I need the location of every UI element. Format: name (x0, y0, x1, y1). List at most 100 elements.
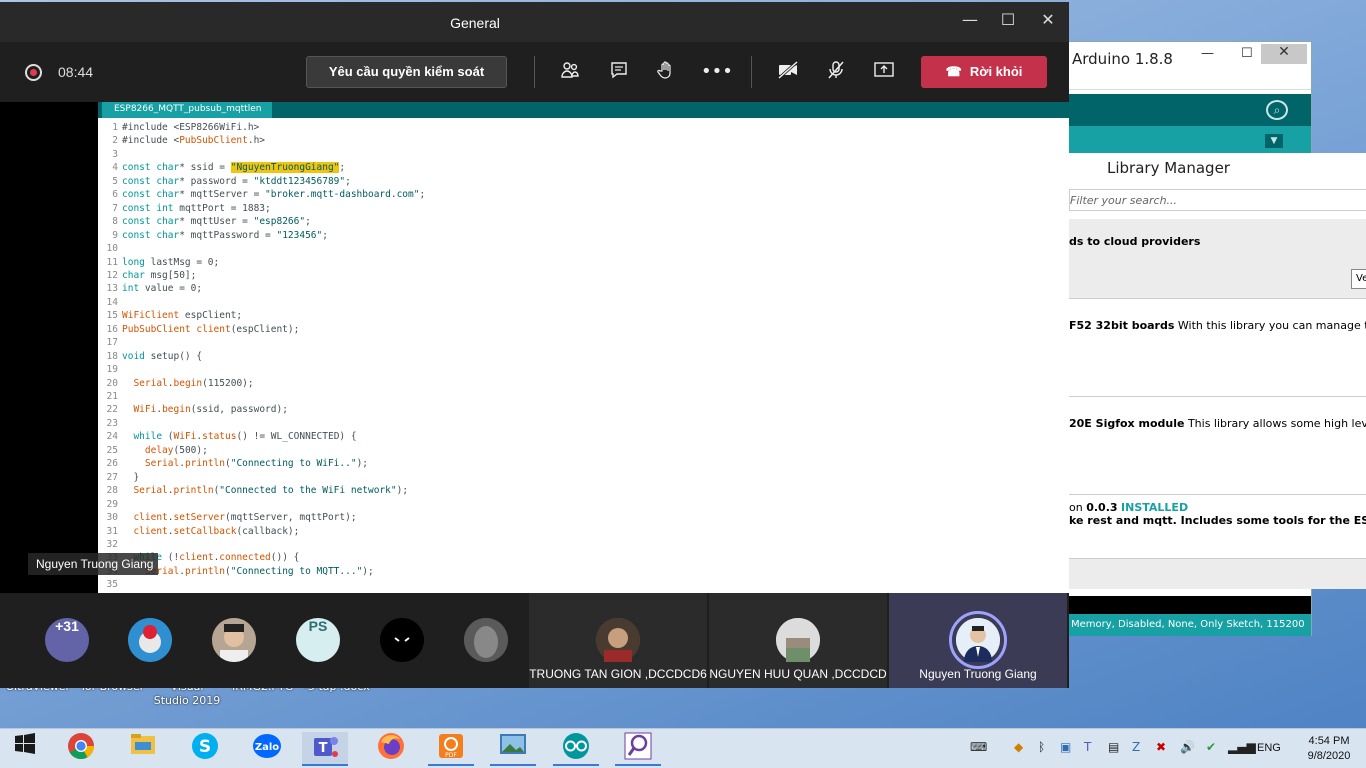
keyboard-icon[interactable]: ⌨ (970, 740, 987, 754)
library-item[interactable]: 20E Sigfox module This library allows so… (1069, 397, 1366, 495)
code-line[interactable]: const char* mqttUser = "esp8266"; (122, 216, 311, 227)
camera-off-icon[interactable] (775, 60, 801, 84)
chat-icon[interactable] (606, 60, 632, 84)
code-line[interactable]: delay(500); (122, 445, 208, 456)
code-line[interactable]: const char* mqttPassword = "123456"; (122, 230, 328, 241)
bluetooth-icon[interactable]: ᛒ (1038, 740, 1045, 754)
svg-text:PDF: PDF (445, 752, 457, 759)
teams-taskbar-icon[interactable]: T (302, 732, 348, 766)
more-options-icon[interactable]: ••• (701, 60, 733, 84)
zalo-icon[interactable]: Zalo (244, 732, 290, 766)
version-select[interactable]: Ve (1351, 269, 1366, 289)
participant-tile[interactable]: TRUONG TAN GION ,DCCDCD6 (529, 593, 707, 688)
line-number: 18 (106, 350, 118, 362)
recording-icon (25, 64, 42, 81)
participant-avatar[interactable] (380, 618, 424, 662)
line-number: 27 (106, 471, 118, 483)
raise-hand-icon[interactable] (653, 60, 679, 84)
teams-tray-icon[interactable]: T (1084, 740, 1091, 754)
share-screen-icon[interactable] (871, 60, 897, 84)
serial-monitor-icon[interactable]: ⌕ (1266, 100, 1288, 120)
code-line[interactable]: Serial.begin(115200); (122, 378, 253, 389)
line-number: 20 (106, 377, 118, 389)
app-tray-icon[interactable]: ▣ (1060, 740, 1071, 754)
code-line[interactable]: } (122, 472, 139, 483)
leave-button[interactable]: ☎ Rời khỏi (921, 56, 1047, 88)
participant-tile[interactable]: NGUYEN HUU QUAN ,DCCDCD (709, 593, 887, 688)
code-line[interactable]: const int mqttPort = 1883; (122, 203, 271, 214)
library-manager-title: Library Manager (1107, 159, 1230, 177)
code-line[interactable]: Serial.println("Connected to the WiFi ne… (122, 485, 408, 496)
alert-tray-icon[interactable]: ✖ (1156, 740, 1166, 754)
meeting-controls: 08:44 Yêu cầu quyền kiểm soát ••• ☎ Rời k… (0, 42, 1069, 102)
chrome-icon[interactable] (58, 732, 104, 766)
system-clock[interactable]: 4:54 PM 9/8/2020 (1296, 734, 1362, 764)
tab-menu-icon[interactable]: ▼ (1265, 134, 1283, 148)
skype-icon[interactable]: S (182, 732, 228, 766)
zalo-tray-icon[interactable]: Z (1132, 740, 1140, 754)
clock-date: 9/8/2020 (1307, 750, 1351, 762)
shield-check-icon[interactable]: ✔ (1206, 740, 1216, 754)
code-line[interactable]: Serial.println("Connecting to WiFi.."); (122, 458, 368, 469)
participant-tile-speaking[interactable]: Nguyen Truong Giang (889, 593, 1067, 688)
network-adapter-icon[interactable]: ▤ (1108, 740, 1119, 754)
file-explorer-icon[interactable] (120, 732, 166, 766)
code-line[interactable]: PubSubClient client(espClient); (122, 324, 299, 335)
code-line[interactable]: #include <PubSubClient.h> (122, 135, 265, 146)
line-number: 26 (106, 458, 118, 470)
security-tray-icon[interactable]: ◆ (1014, 740, 1023, 754)
close-icon[interactable]: ✕ (1033, 10, 1063, 29)
arduino-taskbar-icon[interactable] (553, 732, 599, 766)
more-participants-badge[interactable]: +31 (45, 618, 89, 662)
firefox-icon[interactable] (368, 732, 414, 766)
participant-avatar[interactable] (128, 618, 172, 662)
code-line[interactable]: client.setServer(mqttServer, mqttPort); (122, 512, 356, 523)
code-line[interactable]: const char* ssid = "NguyenTruongGiang"; (122, 162, 345, 174)
wifi-signal-icon[interactable]: ▂▄▆ (1228, 740, 1256, 754)
clock-time: 4:54 PM (1308, 735, 1350, 747)
library-item[interactable]: on 0.0.3 INSTALLED ke rest and mqtt. Inc… (1069, 495, 1366, 559)
line-number: 31 (106, 525, 118, 537)
participants-icon[interactable] (557, 60, 583, 84)
photos-icon[interactable] (490, 732, 536, 766)
line-number: 25 (106, 444, 118, 456)
code-line[interactable]: client.setCallback(callback); (122, 526, 299, 537)
language-indicator[interactable]: ENG (1257, 742, 1281, 754)
line-number: 23 (106, 417, 118, 429)
maximize-icon[interactable]: ☐ (993, 10, 1023, 29)
code-line[interactable]: const char* mqttServer = "broker.mqtt-da… (122, 189, 425, 200)
pdf-editor-icon[interactable]: PDF (428, 732, 474, 766)
close-button[interactable]: ✕ (1261, 44, 1307, 64)
request-control-button[interactable]: Yêu cầu quyền kiểm soát (306, 56, 507, 88)
code-line[interactable]: WiFiClient espClient; (122, 310, 242, 321)
volume-icon[interactable]: 🔊 (1180, 740, 1195, 754)
participant-avatar[interactable] (212, 618, 256, 662)
mic-off-icon[interactable] (823, 60, 849, 84)
participant-avatar[interactable] (464, 618, 508, 662)
arduino-status: Memory, Disabled, None, Only Sketch, 115… (1069, 614, 1311, 636)
code-line[interactable]: char msg[50]; (122, 270, 196, 281)
sketch-tab[interactable]: ESP8266_MQTT_pubsub_mqttlen (102, 102, 272, 118)
code-line[interactable]: long lastMsg = 0; (122, 257, 219, 268)
start-button[interactable] (2, 732, 48, 766)
minimize-icon[interactable]: — (955, 10, 985, 29)
line-number: 8 (112, 216, 118, 228)
code-line[interactable]: #include <ESP8266WiFi.h> (122, 122, 259, 133)
library-item[interactable]: ds to cloud providers Ve (1069, 219, 1366, 299)
line-number: 2 (112, 135, 118, 147)
maximize-icon[interactable]: ☐ (1241, 46, 1253, 61)
code-line[interactable]: void setup() { (122, 351, 202, 362)
code-line[interactable]: const char* password = "ktddt123456789"; (122, 176, 351, 187)
participant-name: NGUYEN HUU QUAN ,DCCDCD (709, 667, 887, 681)
code-line[interactable]: int value = 0; (122, 283, 202, 294)
participant-avatar-initials[interactable]: PS (296, 618, 340, 662)
search-app-icon[interactable] (615, 732, 661, 766)
library-item[interactable]: F52 32bit boards With this library you c… (1069, 299, 1366, 397)
library-search-input[interactable]: Filter your search... (1069, 189, 1366, 211)
minimize-icon[interactable]: — (1201, 46, 1214, 61)
code-line[interactable]: Serial.println("Connecting to MQTT..."); (122, 566, 374, 577)
code-line[interactable]: WiFi.begin(ssid, password); (122, 404, 287, 415)
line-number: 28 (106, 485, 118, 497)
code-line[interactable]: while (WiFi.status() != WL_CONNECTED) { (122, 431, 356, 442)
presenter-name-tag: Nguyen Truong Giang (28, 553, 158, 575)
